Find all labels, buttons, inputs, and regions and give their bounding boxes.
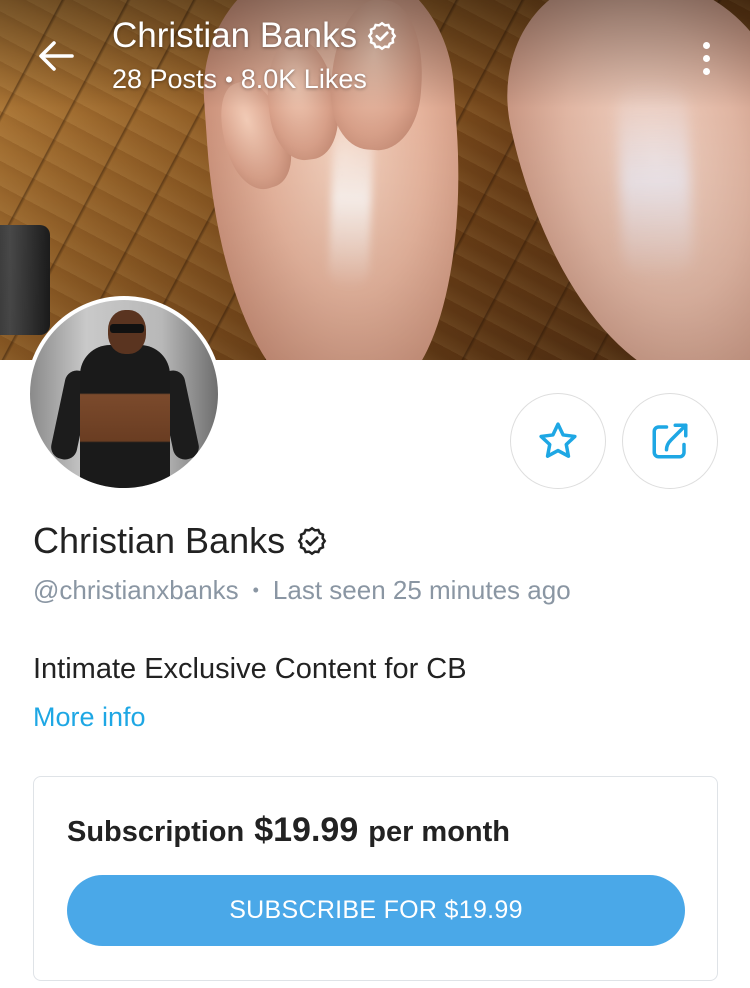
- subscription-period: per month: [368, 816, 511, 848]
- last-seen: Last seen 25 minutes ago: [272, 575, 571, 605]
- header-title: Christian Banks: [112, 16, 397, 56]
- subscription-line: Subscription $19.99 per month: [67, 811, 510, 850]
- share-icon: [652, 423, 688, 459]
- stats-separator: •: [225, 66, 233, 92]
- meta-separator: •: [252, 580, 259, 600]
- header-stats: 28 Posts • 8.0K Likes: [112, 64, 367, 95]
- more-options-button[interactable]: [688, 34, 724, 82]
- more-dot: [702, 54, 710, 62]
- avatar-shape: [80, 345, 170, 488]
- favorite-button[interactable]: [510, 393, 606, 489]
- profile-bio: Intimate Exclusive Content for CB: [33, 653, 467, 685]
- subscribe-button[interactable]: SUBSCRIBE FOR $19.99: [67, 875, 685, 946]
- avatar-shape: [108, 310, 146, 354]
- star-icon: [539, 422, 577, 458]
- more-vertical-icon: [702, 41, 710, 49]
- more-dot: [702, 67, 710, 75]
- arrow-left-icon: [39, 41, 74, 71]
- subscription-card: Subscription $19.99 per month SUBSCRIBE …: [33, 776, 718, 981]
- profile-name-row: Christian Banks: [33, 520, 327, 562]
- verified-badge-icon: [367, 21, 397, 51]
- subscription-price: $19.99: [254, 811, 359, 849]
- profile-handle: @christianxbanks: [33, 575, 239, 605]
- likes-count: 8.0K Likes: [240, 64, 367, 94]
- profile-meta: @christianxbanks • Last seen 25 minutes …: [33, 575, 571, 606]
- posts-count: 28 Posts: [112, 64, 218, 94]
- avatar[interactable]: [26, 296, 222, 492]
- profile-name: Christian Banks: [33, 520, 286, 561]
- share-button[interactable]: [622, 393, 718, 489]
- subscription-label: Subscription: [67, 816, 245, 848]
- more-info-link[interactable]: More info: [33, 702, 146, 733]
- verified-badge-icon: [297, 526, 327, 556]
- avatar-image: [30, 300, 218, 488]
- header-name: Christian Banks: [112, 16, 358, 55]
- back-button[interactable]: [30, 30, 82, 82]
